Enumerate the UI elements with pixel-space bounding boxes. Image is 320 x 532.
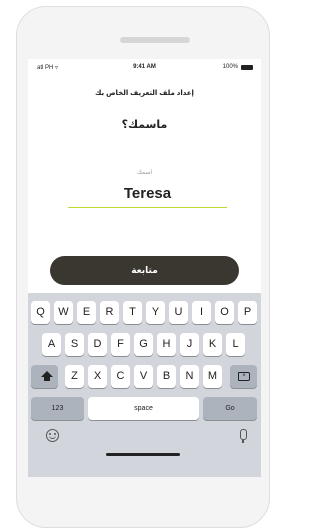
key-j[interactable]: J — [180, 333, 199, 356]
name-question: ماسمك؟ — [121, 119, 168, 131]
backspace-key[interactable]: × — [230, 365, 257, 388]
key-b[interactable]: B — [157, 365, 176, 388]
name-input[interactable]: Teresa — [68, 181, 227, 208]
backspace-icon: × — [238, 372, 250, 381]
go-key[interactable]: Go — [203, 397, 257, 420]
key-t[interactable]: T — [123, 301, 142, 324]
space-key[interactable]: space — [88, 397, 199, 420]
key-i[interactable]: I — [192, 301, 211, 324]
key-c[interactable]: C — [111, 365, 130, 388]
battery-percent: 100% — [222, 64, 238, 70]
microphone-icon[interactable] — [240, 429, 247, 443]
key-x[interactable]: X — [88, 365, 107, 388]
emoji-icon[interactable] — [46, 429, 59, 442]
numbers-key[interactable]: 123 — [31, 397, 84, 420]
key-u[interactable]: U — [169, 301, 188, 324]
key-k[interactable]: K — [203, 333, 222, 356]
key-l[interactable]: L — [226, 333, 245, 356]
battery-icon — [241, 65, 253, 70]
key-y[interactable]: Y — [146, 301, 165, 324]
phone-frame: atl PH ▿ 9:41 AM 100% إعداد ملف التعريف … — [16, 6, 270, 528]
home-indicator — [106, 453, 180, 456]
key-a[interactable]: A — [42, 333, 61, 356]
key-g[interactable]: G — [134, 333, 153, 356]
key-h[interactable]: H — [157, 333, 176, 356]
shift-key[interactable] — [31, 365, 58, 388]
key-v[interactable]: V — [134, 365, 153, 388]
key-n[interactable]: N — [180, 365, 199, 388]
page-title: إعداد ملف التعريف الخاص بك — [95, 90, 194, 97]
key-o[interactable]: O — [215, 301, 234, 324]
continue-button[interactable]: متابعة — [50, 256, 239, 285]
key-d[interactable]: D — [88, 333, 107, 356]
phone-speaker — [120, 37, 190, 43]
key-z[interactable]: Z — [65, 365, 84, 388]
shift-icon — [41, 371, 53, 381]
key-e[interactable]: E — [77, 301, 96, 324]
key-p[interactable]: P — [238, 301, 257, 324]
key-q[interactable]: Q — [31, 301, 50, 324]
key-f[interactable]: F — [111, 333, 130, 356]
key-s[interactable]: S — [65, 333, 84, 356]
name-field-label: اسمك — [136, 170, 153, 176]
status-bar: atl PH ▿ 9:41 AM 100% — [28, 62, 261, 74]
keyboard: Q W E R T Y U I O P A S D F G H J K L Z … — [28, 293, 261, 477]
app-screen: atl PH ▿ 9:41 AM 100% إعداد ملف التعريف … — [28, 59, 261, 477]
key-m[interactable]: M — [203, 365, 222, 388]
key-r[interactable]: R — [100, 301, 119, 324]
key-w[interactable]: W — [54, 301, 73, 324]
